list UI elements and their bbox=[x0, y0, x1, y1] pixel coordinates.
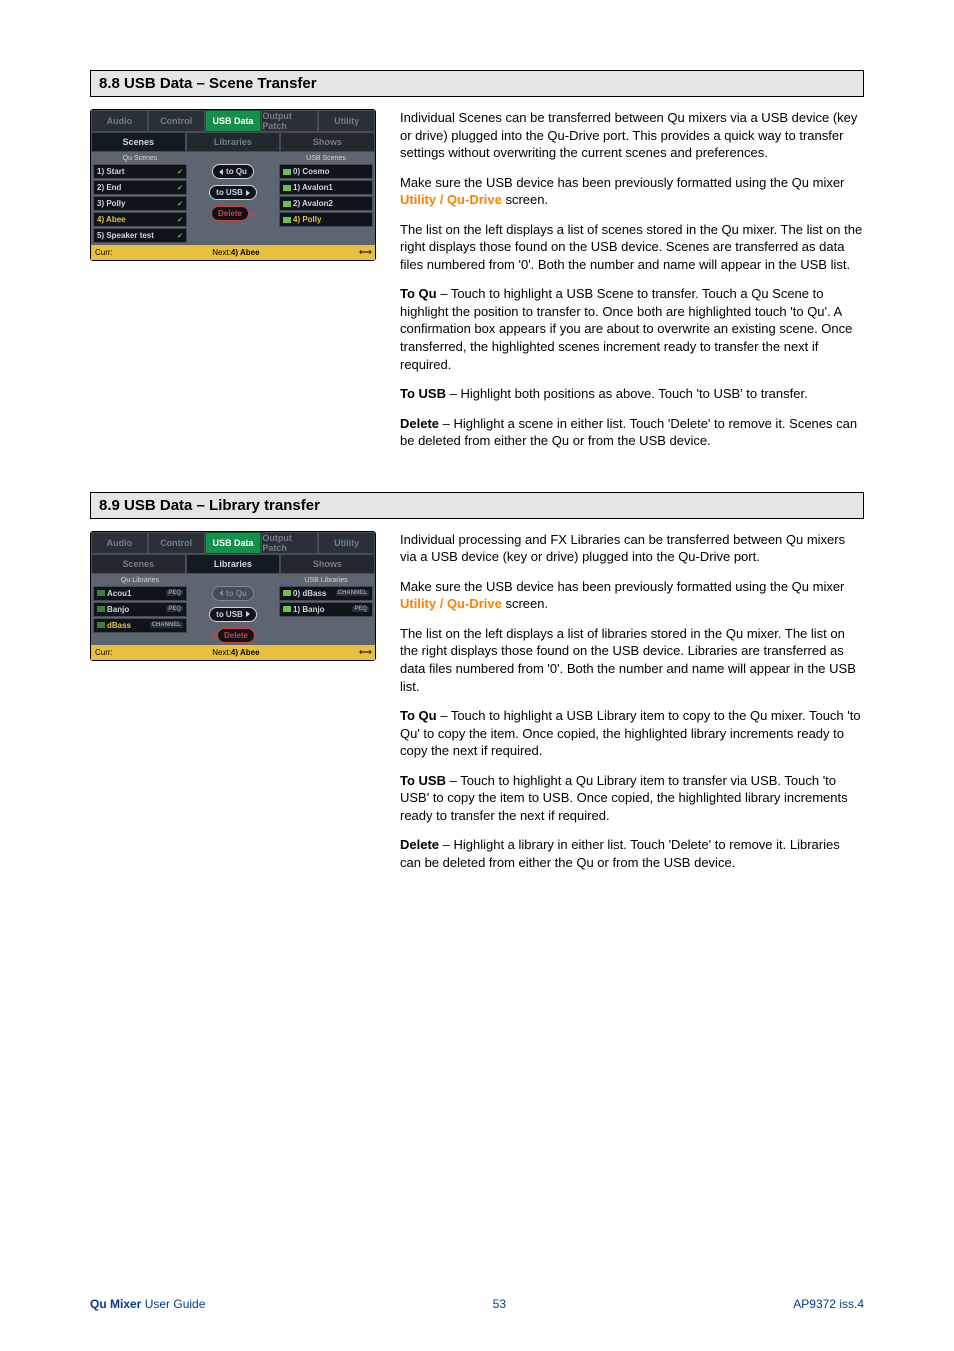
subtab-scenes[interactable]: Scenes bbox=[91, 132, 186, 152]
subtab-shows[interactable]: Shows bbox=[280, 132, 375, 152]
check-icon: ✓ bbox=[177, 216, 183, 224]
list-item[interactable]: 4) Polly bbox=[279, 212, 373, 227]
check-icon: ✓ bbox=[177, 232, 183, 240]
footer-left: Qu Mixer User Guide bbox=[90, 1297, 205, 1311]
tab-utility[interactable]: Utility bbox=[318, 110, 375, 132]
list-item[interactable]: BanjoPEQ bbox=[93, 602, 187, 617]
status-bar: Curr: Next:4) Abee ⟷ bbox=[91, 245, 375, 260]
footer-right: AP9372 iss.4 bbox=[793, 1297, 864, 1311]
tab-utility[interactable]: Utility bbox=[318, 532, 375, 554]
subtab-libraries[interactable]: Libraries bbox=[186, 554, 281, 574]
delete-button[interactable]: Delete bbox=[211, 206, 249, 221]
tag: PEQ bbox=[166, 606, 183, 612]
list-item[interactable]: 1) Start✓ bbox=[93, 164, 187, 179]
paragraph: Individual Scenes can be transferred bet… bbox=[400, 109, 864, 162]
tab-outputpatch[interactable]: Output Patch bbox=[261, 532, 318, 554]
list-item[interactable]: 3) Polly✓ bbox=[93, 196, 187, 211]
subtab-libraries[interactable]: Libraries bbox=[186, 132, 281, 152]
paragraph: Make sure the USB device has been previo… bbox=[400, 578, 864, 613]
tag: PEQ bbox=[166, 590, 183, 596]
triangle-right-icon bbox=[251, 211, 255, 217]
to-usb-button[interactable]: to USB bbox=[209, 607, 257, 622]
list-item[interactable]: 1) BanjoPEQ bbox=[279, 602, 373, 617]
paragraph: Make sure the USB device has been previo… bbox=[400, 174, 864, 209]
subtab-shows[interactable]: Shows bbox=[280, 554, 375, 574]
usb-scenes-header: USB Scenes bbox=[279, 154, 373, 163]
paragraph: The list on the left displays a list of … bbox=[400, 625, 864, 695]
list-item[interactable]: 1) Avalon1 bbox=[279, 180, 373, 195]
check-icon: ✓ bbox=[177, 168, 183, 176]
paragraph: To Qu – Touch to highlight a USB Scene t… bbox=[400, 285, 864, 373]
usb-plug-icon: ⟷ bbox=[359, 647, 371, 658]
lib-icon bbox=[97, 590, 105, 596]
lib-icon bbox=[97, 606, 105, 612]
status-next: Next:4) Abee bbox=[212, 248, 259, 257]
paragraph: Delete – Highlight a library in either l… bbox=[400, 836, 864, 871]
paragraph: Delete – Highlight a scene in either lis… bbox=[400, 415, 864, 450]
to-usb-button[interactable]: to USB bbox=[209, 185, 257, 200]
qu-libraries-header: Qu Libraries bbox=[93, 576, 187, 585]
paragraph: Individual processing and FX Libraries c… bbox=[400, 531, 864, 566]
section-88-row: Audio Control USB Data Output Patch Util… bbox=[90, 109, 864, 462]
paragraph: To Qu – Touch to highlight a USB Library… bbox=[400, 707, 864, 760]
qu-scenes-header: Qu Scenes bbox=[93, 154, 187, 163]
triangle-left-icon bbox=[219, 169, 223, 175]
triangle-right-icon bbox=[246, 190, 250, 196]
triangle-left-icon bbox=[211, 632, 215, 638]
paragraph: To USB – Highlight both positions as abo… bbox=[400, 385, 864, 403]
tag: PEQ bbox=[352, 606, 369, 612]
usb-icon bbox=[283, 590, 291, 596]
to-qu-button[interactable]: to Qu bbox=[212, 164, 254, 179]
status-next: Next:4) Abee bbox=[212, 648, 259, 657]
page-footer: Qu Mixer User Guide 53 AP9372 iss.4 bbox=[90, 1296, 864, 1311]
section-header-88: 8.8 USB Data – Scene Transfer bbox=[90, 70, 864, 97]
list-item[interactable]: 0) dBassCHANNEL bbox=[279, 586, 373, 601]
lib-icon bbox=[97, 622, 105, 628]
delete-button[interactable]: Delete bbox=[217, 628, 255, 643]
list-item[interactable]: 4) Abee✓ bbox=[93, 212, 187, 227]
status-curr: Curr: bbox=[95, 648, 113, 657]
list-item[interactable]: 0) Cosmo bbox=[279, 164, 373, 179]
list-item[interactable]: 2) Avalon2 bbox=[279, 196, 373, 211]
list-item[interactable]: Acou1PEQ bbox=[93, 586, 187, 601]
usb-icon bbox=[283, 169, 291, 175]
status-bar: Curr: Next:4) Abee ⟷ bbox=[91, 645, 375, 660]
subtab-scenes[interactable]: Scenes bbox=[91, 554, 186, 574]
tab-outputpatch[interactable]: Output Patch bbox=[261, 110, 318, 132]
triangle-left-icon bbox=[219, 590, 223, 596]
tab-usbdata[interactable]: USB Data bbox=[205, 110, 262, 132]
tab-usbdata[interactable]: USB Data bbox=[205, 532, 262, 554]
tab-audio[interactable]: Audio bbox=[91, 110, 148, 132]
usb-icon bbox=[283, 217, 291, 223]
tab-control[interactable]: Control bbox=[148, 110, 205, 132]
footer-page: 53 bbox=[493, 1297, 506, 1311]
section-89-text: Individual processing and FX Libraries c… bbox=[400, 531, 864, 884]
list-item[interactable]: 5) Speaker test✓ bbox=[93, 228, 187, 243]
list-item[interactable]: 2) End✓ bbox=[93, 180, 187, 195]
paragraph: The list on the left displays a list of … bbox=[400, 221, 864, 274]
paragraph: To USB – Touch to highlight a Qu Library… bbox=[400, 772, 864, 825]
tag: CHANNEL bbox=[336, 590, 369, 596]
usb-icon bbox=[283, 201, 291, 207]
triangle-right-icon bbox=[246, 611, 250, 617]
section-header-89: 8.9 USB Data – Library transfer bbox=[90, 492, 864, 519]
check-icon: ✓ bbox=[177, 184, 183, 192]
usb-plug-icon: ⟷ bbox=[359, 247, 371, 258]
list-item[interactable]: dBassCHANNEL bbox=[93, 618, 187, 633]
status-curr: Curr: bbox=[95, 248, 113, 257]
screenshot-88: Audio Control USB Data Output Patch Util… bbox=[90, 109, 380, 462]
screenshot-89: Audio Control USB Data Output Patch Util… bbox=[90, 531, 380, 884]
tag: CHANNEL bbox=[150, 622, 183, 628]
section-88-text: Individual Scenes can be transferred bet… bbox=[400, 109, 864, 462]
usb-icon bbox=[283, 185, 291, 191]
tab-audio[interactable]: Audio bbox=[91, 532, 148, 554]
tab-control[interactable]: Control bbox=[148, 532, 205, 554]
usb-libraries-header: USB Libraries bbox=[279, 576, 373, 585]
to-qu-button[interactable]: to Qu bbox=[212, 586, 254, 601]
usb-icon bbox=[283, 606, 291, 612]
section-89-row: Audio Control USB Data Output Patch Util… bbox=[90, 531, 864, 884]
check-icon: ✓ bbox=[177, 200, 183, 208]
